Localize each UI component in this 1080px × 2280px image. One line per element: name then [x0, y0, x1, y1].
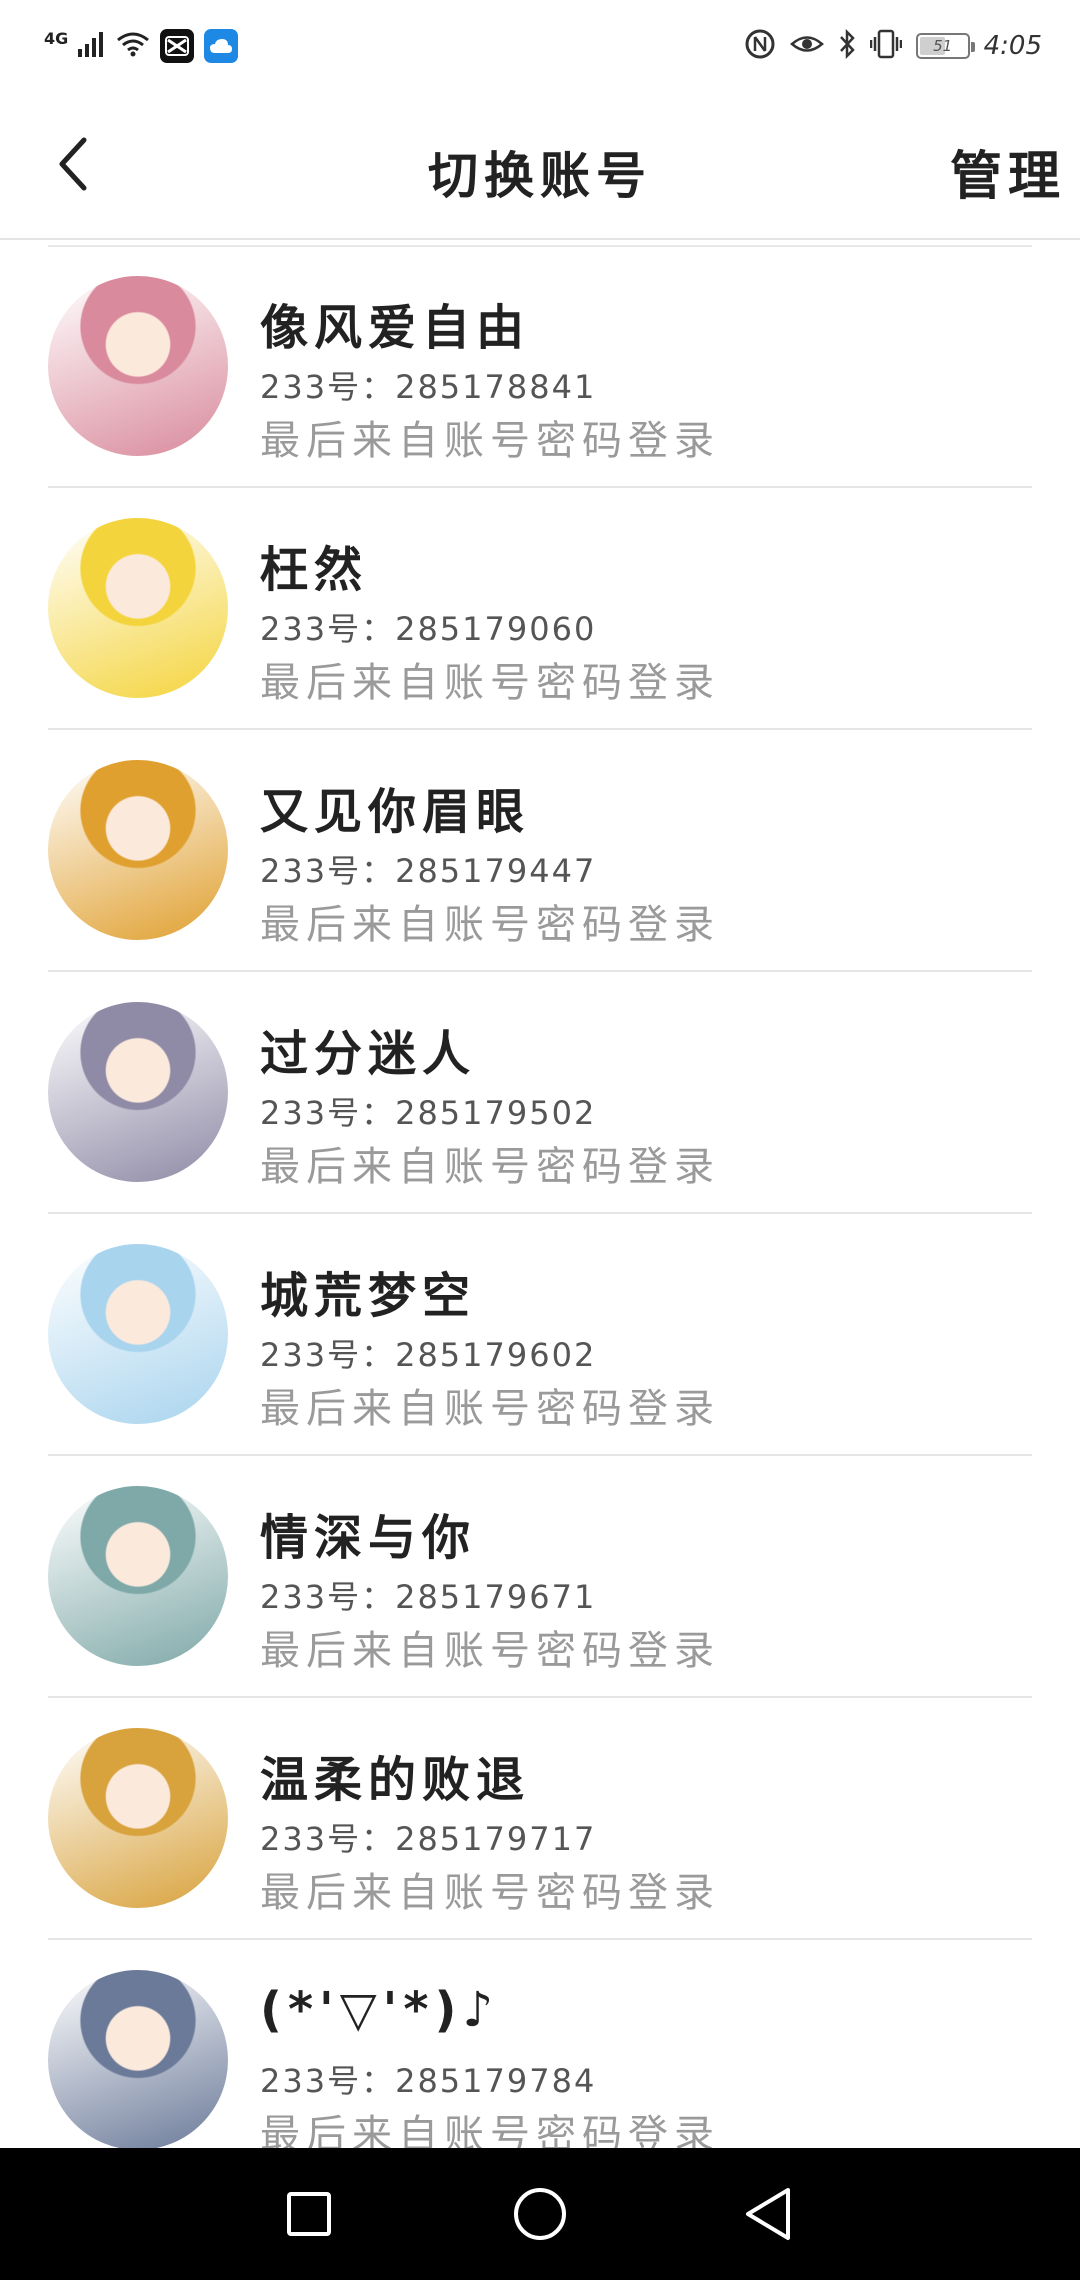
account-name: 枉然 — [260, 542, 369, 598]
account-list[interactable]: 像风爱自由 233号：285178841 最后来自账号密码登录 枉然 233号：2851… — [0, 240, 1080, 2148]
account-id: 233号：285178841 — [260, 368, 597, 406]
recents-square-icon — [287, 2192, 331, 2236]
manage-button[interactable]: 管理 — [950, 134, 1066, 209]
account-row[interactable]: 枉然 233号：285179060 最后来自账号密码登录 — [48, 488, 1032, 730]
account-id: 233号：285179671 — [260, 1578, 597, 1616]
signal-icon — [78, 31, 106, 61]
avatar — [48, 1486, 228, 1666]
status-right: 51 4:05 — [744, 26, 1042, 66]
battery-level: 51 — [933, 37, 953, 55]
account-id: 233号：285179717 — [260, 1820, 597, 1858]
battery-icon: 51 — [915, 33, 975, 59]
avatar — [48, 1970, 228, 2148]
home-button[interactable] — [510, 2184, 570, 2244]
back-triangle-icon — [746, 2188, 790, 2240]
account-row[interactable]: 温柔的败退 233号：285179717 最后来自账号密码登录 — [48, 1698, 1032, 1940]
account-name: 像风爱自由 — [260, 300, 531, 356]
login-method: 最后来自账号密码登录 — [260, 902, 720, 948]
header: 切换账号 管理 — [0, 92, 1080, 240]
bluetooth-icon — [838, 28, 856, 63]
login-method: 最后来自账号密码登录 — [260, 660, 720, 706]
account-id: 233号：285179602 — [260, 1336, 597, 1374]
account-row[interactable]: 情深与你 233号：285179671 最后来自账号密码登录 — [48, 1456, 1032, 1698]
network-type: 4G — [44, 29, 69, 48]
account-id: 233号：285179502 — [260, 1094, 597, 1132]
avatar — [48, 1244, 228, 1424]
wifi-icon — [116, 31, 150, 61]
login-method: 最后来自账号密码登录 — [260, 1870, 720, 1916]
login-method: 最后来自账号密码登录 — [260, 1144, 720, 1190]
avatar — [48, 760, 228, 940]
cloud-app-icon — [204, 29, 239, 63]
eye-icon — [789, 31, 824, 61]
login-method: 最后来自账号密码登录 — [260, 1628, 720, 1674]
back-nav-button[interactable] — [738, 2184, 798, 2244]
avatar — [48, 1728, 228, 1908]
account-name: 情深与你 — [260, 1510, 477, 1566]
nfc-icon — [744, 28, 776, 64]
account-id: 233号：285179784 — [260, 2062, 597, 2100]
avatar — [48, 276, 228, 456]
recents-button[interactable] — [279, 2184, 339, 2244]
clock: 4:05 — [983, 31, 1042, 61]
account-name: 温柔的败退 — [260, 1752, 531, 1808]
account-name: 又见你眉眼 — [260, 784, 531, 840]
status-left: 4G — [44, 26, 239, 66]
vibrate-icon — [869, 29, 902, 63]
page-title: 切换账号 — [428, 147, 652, 205]
home-circle-icon — [514, 2188, 566, 2240]
capcut-icon — [160, 29, 195, 63]
navigation-bar — [0, 2148, 1080, 2280]
account-id: 233号：285179447 — [260, 852, 597, 890]
account-name: 过分迷人 — [260, 1026, 477, 1082]
account-row[interactable]: 城荒梦空 233号：285179602 最后来自账号密码登录 — [48, 1214, 1032, 1456]
login-method: 最后来自账号密码登录 — [260, 418, 720, 464]
account-row[interactable]: 过分迷人 233号：285179502 最后来自账号密码登录 — [48, 972, 1032, 1214]
avatar — [48, 518, 228, 698]
account-name: (*'▽'*)♪ — [260, 1982, 500, 2038]
status-bar: 4G 51 4:05 — [0, 0, 1080, 92]
account-name: 城荒梦空 — [260, 1268, 477, 1324]
avatar — [48, 1002, 228, 1182]
account-row[interactable]: 又见你眉眼 233号：285179447 最后来自账号密码登录 — [48, 730, 1032, 972]
account-row[interactable]: (*'▽'*)♪ 233号：285179784 最后来自账号密码登录 — [48, 1940, 1032, 2148]
login-method: 最后来自账号密码登录 — [260, 1386, 720, 1432]
account-row[interactable]: 像风爱自由 233号：285178841 最后来自账号密码登录 — [48, 246, 1032, 488]
login-method: 最后来自账号密码登录 — [260, 2112, 720, 2148]
account-id: 233号：285179060 — [260, 610, 597, 648]
